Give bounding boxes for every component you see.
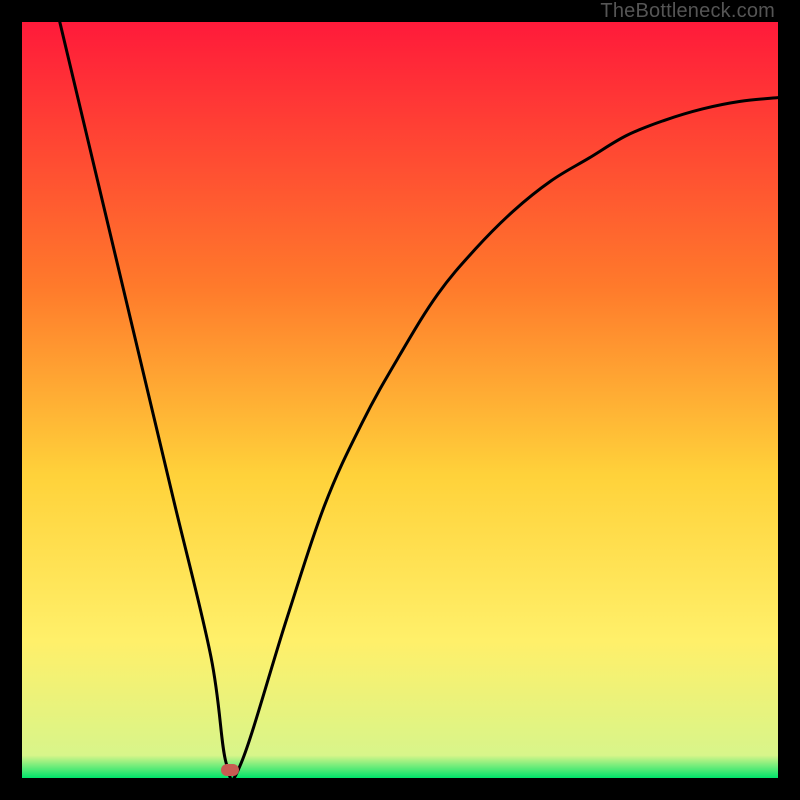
watermark-text: TheBottleneck.com xyxy=(600,0,775,23)
gradient-background xyxy=(22,22,778,778)
chart-frame xyxy=(22,22,778,778)
plot-area xyxy=(22,22,778,778)
data-marker xyxy=(221,764,239,776)
